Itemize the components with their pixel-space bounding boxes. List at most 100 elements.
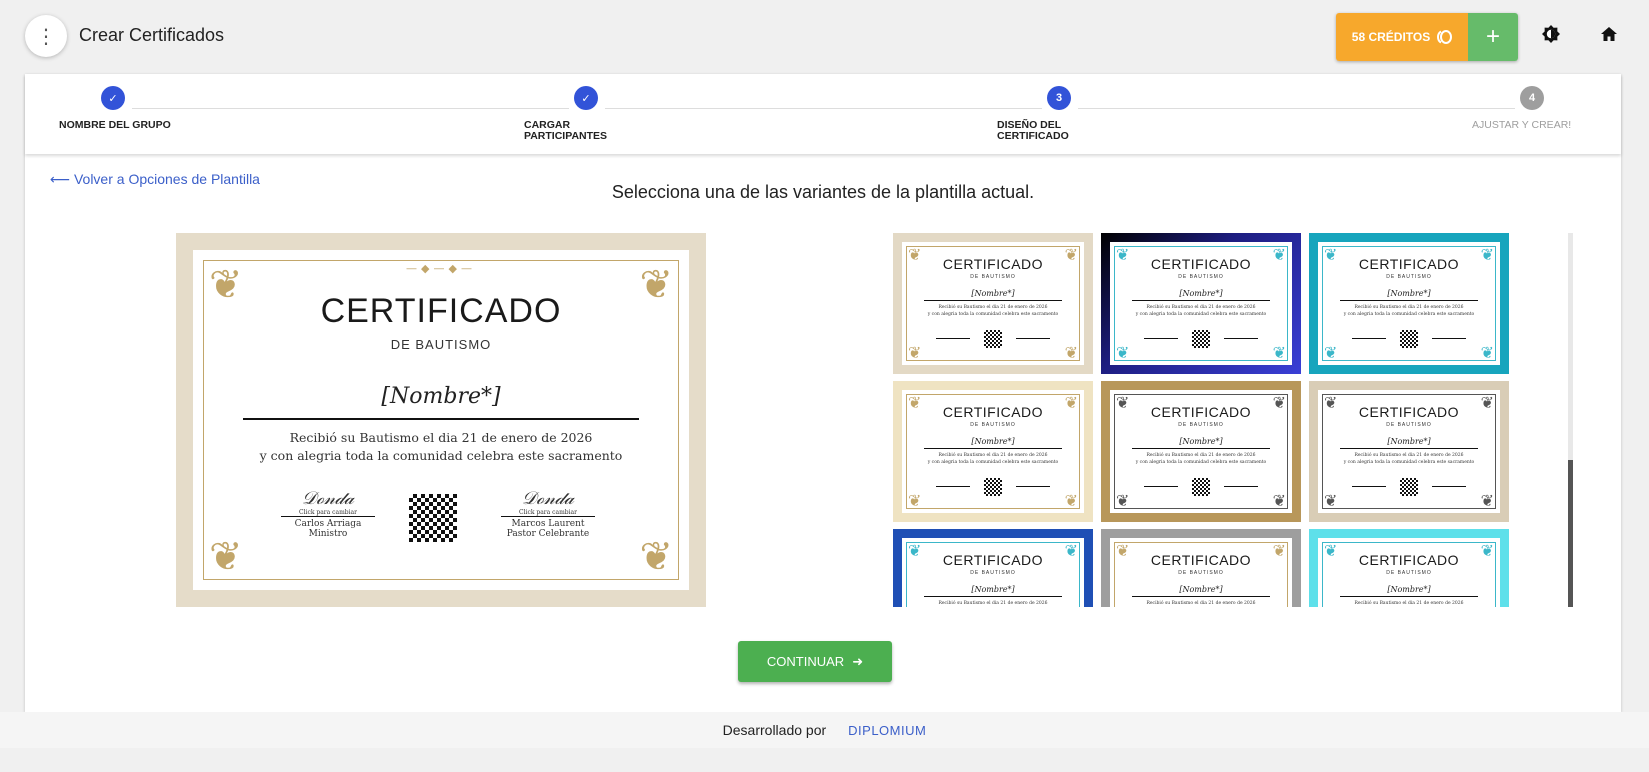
variant-thumbnail[interactable]: ❦❦❦❦CERTIFICADODE BAUTISMO[Nombre*]Recib… <box>1101 529 1301 607</box>
credits-label: 58 CRÉDITOS <box>1351 30 1431 44</box>
variant-thumbnail[interactable]: ❦❦❦❦CERTIFICADODE BAUTISMO[Nombre*]Recib… <box>1309 381 1509 522</box>
variant-text-line1: Recibió su Bautismo el dia 21 de enero d… <box>938 601 1048 606</box>
signature-block <box>1224 338 1258 339</box>
variant-certificate-page: ❦❦❦❦CERTIFICADODE BAUTISMO[Nombre*]Recib… <box>1318 390 1500 513</box>
variant-thumbnail[interactable]: ❦❦❦❦CERTIFICADODE BAUTISMO[Nombre*]Recib… <box>893 529 1093 607</box>
theme-toggle-icon[interactable] <box>1541 24 1561 44</box>
signature-note: Click para cambiar <box>299 509 357 516</box>
variant-text-line2: y con alegria toda la comunidad celebra … <box>1135 460 1267 465</box>
signature-block <box>936 338 970 339</box>
step-label-line: CERTIFICADO <box>997 130 1069 142</box>
variant-subtitle: DE BAUTISMO <box>1386 422 1432 428</box>
variant-text-line2: y con alegria toda la comunidad celebra … <box>1343 460 1475 465</box>
variant-certificate-page: ❦❦❦❦CERTIFICADODE BAUTISMO[Nombre*]Recib… <box>902 390 1084 513</box>
variant-thumbnail[interactable]: ❦❦❦❦CERTIFICADODE BAUTISMO[Nombre*]Recib… <box>1101 233 1301 374</box>
name-underline <box>1340 300 1478 301</box>
variant-subtitle: DE BAUTISMO <box>1178 274 1224 280</box>
home-icon[interactable] <box>1599 24 1619 44</box>
signer-role: Ministro <box>308 529 348 539</box>
variant-subtitle: DE BAUTISMO <box>970 274 1016 280</box>
continue-button[interactable]: CONTINUAR ➜ <box>738 641 892 682</box>
name-underline <box>1132 300 1270 301</box>
continue-label: CONTINUAR <box>766 654 845 669</box>
variant-subtitle: DE BAUTISMO <box>1386 274 1432 280</box>
variant-subtitle: DE BAUTISMO <box>1178 570 1224 576</box>
ornament-icon: ❦ <box>1064 343 1078 362</box>
qr-code <box>1400 330 1418 348</box>
qr-code <box>1192 478 1210 496</box>
qr-code <box>984 330 1002 348</box>
name-underline <box>924 448 1062 449</box>
step-ajustar-y-crear[interactable]: 4 AJUSTAR Y CREAR! <box>1472 86 1571 131</box>
step-connector <box>605 108 1042 109</box>
page-title: Crear Certificados <box>79 25 225 45</box>
recipient-name-placeholder[interactable]: [Nombre*] <box>193 384 689 409</box>
variant-text-line1: Recibió su Bautismo el dia 21 de enero d… <box>1354 601 1464 606</box>
plus-icon: + <box>1485 23 1500 50</box>
qr-code <box>409 494 457 542</box>
name-underline <box>1132 596 1270 597</box>
variant-name-placeholder: [Nombre*] <box>1387 289 1431 298</box>
ornament-icon: ❦ <box>1324 343 1338 362</box>
ornament-icon: ❦ <box>1480 491 1494 510</box>
signature-block <box>1144 486 1178 487</box>
variant-certificate-page: ❦❦❦❦CERTIFICADODE BAUTISMO[Nombre*]Recib… <box>1318 242 1500 365</box>
name-underline <box>243 418 639 420</box>
signer-name: Carlos Arriaga <box>281 516 375 529</box>
add-credits-button[interactable]: + <box>1468 13 1518 61</box>
signature-block-2[interactable]: 𝒟ℴ𝓃𝒹𝒶 Click para cambiar Marcos Laurent … <box>501 488 595 539</box>
step-number: 3 <box>1047 86 1071 110</box>
step-cargar-participantes[interactable]: ✓ CARGAR PARTICIPANTES <box>524 86 607 142</box>
qr-code <box>984 478 1002 496</box>
footer: Desarrollado por DIPLOMIUM <box>0 712 1649 748</box>
variant-title: CERTIFICADO <box>1358 256 1460 272</box>
variant-name-placeholder: [Nombre*] <box>1387 585 1431 594</box>
signature-mark: 𝒟ℴ𝓃𝒹𝒶 <box>521 488 575 509</box>
ornament-icon: —◆—◆— <box>406 262 476 275</box>
variant-thumbnail[interactable]: ❦❦❦❦CERTIFICADODE BAUTISMO[Nombre*]Recib… <box>1309 529 1509 607</box>
step-diseno-del-certificado[interactable]: 3 DISEÑO DEL CERTIFICADO <box>997 86 1071 142</box>
certificate-subtitle: DE BAUTISMO <box>390 337 492 352</box>
name-underline <box>1340 448 1478 449</box>
variant-thumbnail[interactable]: ❦❦❦❦CERTIFICADODE BAUTISMO[Nombre*]Recib… <box>1309 233 1509 374</box>
variant-thumbnail[interactable]: ❦❦❦❦CERTIFICADODE BAUTISMO[Nombre*]Recib… <box>893 233 1093 374</box>
step-nombre-del-grupo[interactable]: ✓ NOMBRE DEL GRUPO <box>59 86 171 131</box>
variant-name-placeholder: [Nombre*] <box>971 585 1015 594</box>
variant-text-line1: Recibió su Bautismo el dia 21 de enero d… <box>938 305 1048 310</box>
signature-block <box>1016 486 1050 487</box>
step-number: 4 <box>1520 86 1544 110</box>
variant-scrollbar-thumb[interactable] <box>1568 460 1573 607</box>
step-check-icon: ✓ <box>101 86 125 110</box>
variant-thumbnail[interactable]: ❦❦❦❦CERTIFICADODE BAUTISMO[Nombre*]Recib… <box>893 381 1093 522</box>
certificate-text-line1: Recibió su Bautismo el dia 21 de enero d… <box>289 430 593 445</box>
ornament-icon: ❦ <box>639 534 673 580</box>
variant-certificate-page: ❦❦❦❦CERTIFICADODE BAUTISMO[Nombre*]Recib… <box>1110 390 1292 513</box>
variant-title: CERTIFICADO <box>942 256 1044 272</box>
signature-block <box>1352 338 1386 339</box>
variant-certificate-page: ❦❦❦❦CERTIFICADODE BAUTISMO[Nombre*]Recib… <box>902 242 1084 365</box>
kebab-icon: ⋮ <box>36 25 56 48</box>
variant-text-line2: y con alegria toda la comunidad celebra … <box>1135 312 1267 317</box>
certificate-page: ❦ ❦ ❦ ❦ —◆—◆— CERTIFICADO DE BAUTISMO [N… <box>193 250 689 590</box>
variant-text-line1: Recibió su Bautismo el dia 21 de enero d… <box>1146 453 1256 458</box>
signature-block <box>1224 486 1258 487</box>
top-bar: ⋮ Crear Certificados 58 CRÉDITOS + <box>0 0 1649 72</box>
name-underline <box>924 300 1062 301</box>
variant-thumbnail[interactable]: ❦❦❦❦CERTIFICADODE BAUTISMO[Nombre*]Recib… <box>1101 381 1301 522</box>
more-menu-button[interactable]: ⋮ <box>25 15 67 57</box>
variant-title: CERTIFICADO <box>1358 552 1460 568</box>
variant-text-line2: y con alegria toda la comunidad celebra … <box>1343 312 1475 317</box>
signature-block-1[interactable]: 𝒟ℴ𝓃𝒹𝒶 Click para cambiar Carlos Arriaga … <box>281 488 375 539</box>
variant-text-line2: y con alegria toda la comunidad celebra … <box>927 460 1059 465</box>
stepper: ✓ NOMBRE DEL GRUPO ✓ CARGAR PARTICIPANTE… <box>25 74 1621 154</box>
variant-text-line1: Recibió su Bautismo el dia 21 de enero d… <box>1354 305 1464 310</box>
variant-certificate-page: ❦❦❦❦CERTIFICADODE BAUTISMO[Nombre*]Recib… <box>1318 538 1500 607</box>
variant-title: CERTIFICADO <box>942 404 1044 420</box>
variant-name-placeholder: [Nombre*] <box>1179 585 1223 594</box>
footer-brand-link[interactable]: DIPLOMIUM <box>848 723 926 738</box>
instruction-text: Selecciona una de las variantes de la pl… <box>611 182 1035 202</box>
credits-button[interactable]: 58 CRÉDITOS <box>1336 13 1468 61</box>
variant-title: CERTIFICADO <box>942 552 1044 568</box>
ornament-icon: ❦ <box>908 491 922 510</box>
signature-block <box>1432 338 1466 339</box>
